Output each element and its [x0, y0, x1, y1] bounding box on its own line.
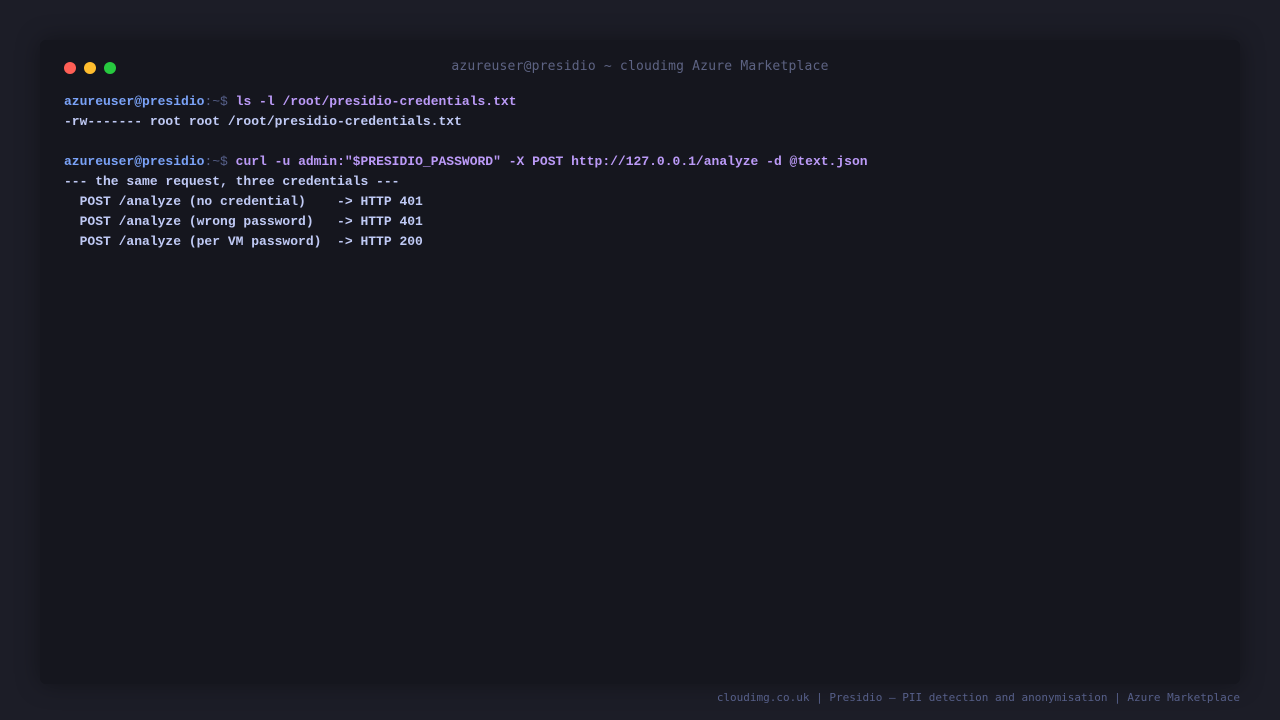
output-line: --- the same request, three credentials …: [64, 174, 400, 189]
prompt-symbol: :~$: [204, 94, 228, 109]
command-line: azureuser@presidio:~$ curl -u admin:"$PR…: [64, 152, 1214, 172]
output-line: POST /analyze (per VM password) -> HTTP …: [64, 234, 423, 249]
footer-caption: cloudimg.co.uk | Presidio — PII detectio…: [716, 691, 1240, 704]
output-line: POST /analyze (no credential) -> HTTP 40…: [64, 194, 423, 209]
command-line: azureuser@presidio:~$ ls -l /root/presid…: [64, 92, 1214, 112]
output-line: POST /analyze (wrong password) -> HTTP 4…: [64, 214, 423, 229]
terminal-window: azureuser@presidio ~ cloudimg Azure Mark…: [40, 40, 1240, 684]
prompt-user: azureuser@presidio: [64, 154, 205, 169]
output-line: -rw------- root root /root/presidio-cred…: [64, 114, 462, 129]
title-bar: azureuser@presidio ~ cloudimg Azure Mark…: [40, 40, 1240, 96]
prompt-symbol: :~$: [204, 154, 228, 169]
window-title: azureuser@presidio ~ cloudimg Azure Mark…: [451, 59, 829, 74]
terminal-output[interactable]: azureuser@presidio:~$ ls -l /root/presid…: [64, 92, 1214, 252]
command-text: curl -u admin:"$PRESIDIO_PASSWORD" -X PO…: [235, 154, 868, 169]
prompt-user: azureuser@presidio: [64, 94, 205, 109]
command-text: ls -l /root/presidio-credentials.txt: [235, 94, 517, 109]
